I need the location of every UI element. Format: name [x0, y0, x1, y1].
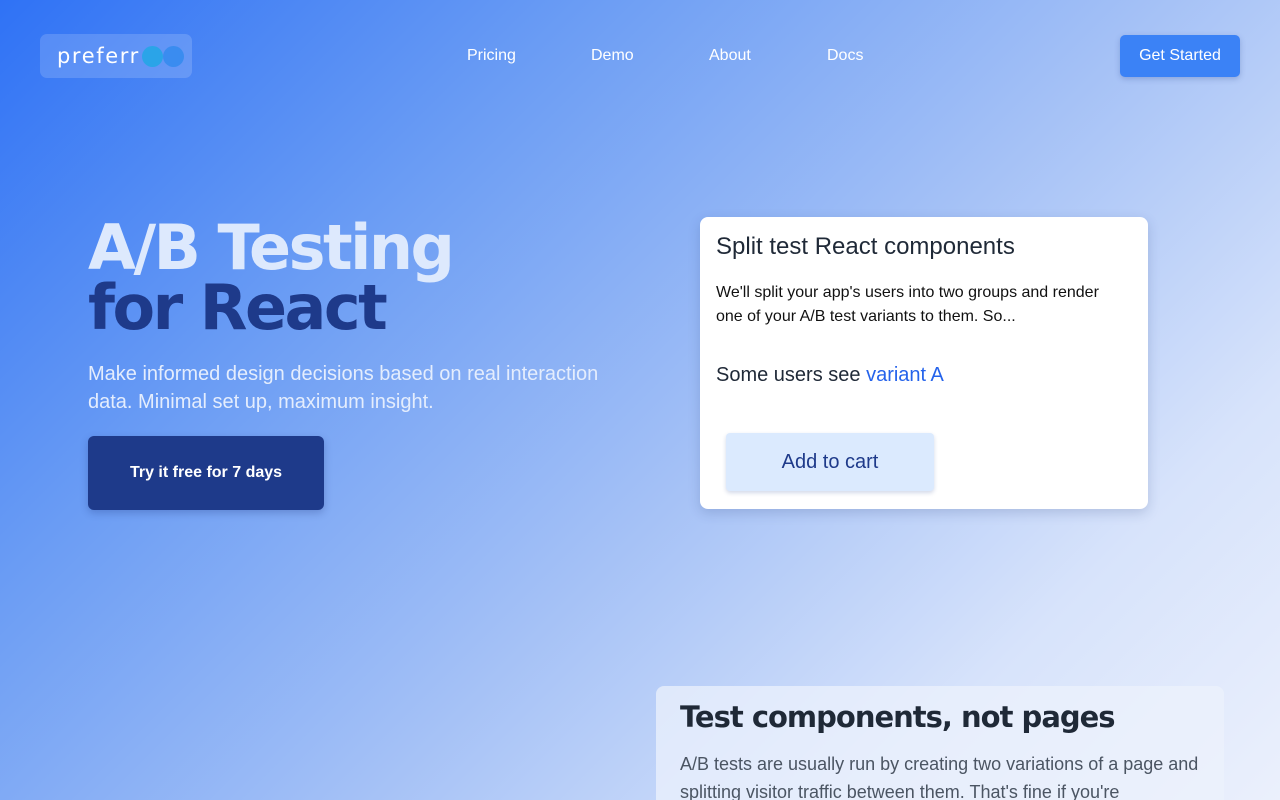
hero-title-line1: A/B Testing: [88, 211, 455, 284]
demo-variant-text: Some users see variant A: [716, 361, 946, 389]
hero-subtitle: Make informed design decisions based on …: [88, 363, 599, 413]
get-started-button[interactable]: Get Started: [1120, 35, 1240, 77]
nav-link-demo[interactable]: Demo: [591, 44, 634, 68]
add-to-cart-button[interactable]: Add to cart: [726, 433, 934, 491]
features-section-card: Test components, not pages A/B tests are…: [656, 686, 1224, 800]
section-title: Test components, not pages: [680, 700, 1116, 734]
section-text: A/B tests are usually run by creating tw…: [680, 754, 1199, 800]
demo-card-title: Split test React components: [716, 233, 1015, 260]
site-header: preferr Pricing Demo About Docs Get Star…: [0, 0, 1280, 112]
demo-card: Split test React components We'll split …: [700, 217, 1148, 509]
nav-link-pricing[interactable]: Pricing: [467, 44, 516, 68]
free-trial-button[interactable]: Try it free for 7 days: [88, 436, 324, 510]
demo-card-description: We'll split your app's users into two gr…: [716, 284, 1099, 325]
hero-title: A/B Testing for React: [88, 211, 455, 344]
main-nav: Pricing Demo About Docs: [0, 44, 1280, 68]
nav-link-docs[interactable]: Docs: [827, 44, 863, 68]
nav-link-about[interactable]: About: [709, 44, 751, 68]
hero-title-line2: for React: [88, 271, 388, 344]
variant-prefix: Some users see: [716, 364, 867, 386]
variant-label: variant A: [866, 364, 944, 386]
